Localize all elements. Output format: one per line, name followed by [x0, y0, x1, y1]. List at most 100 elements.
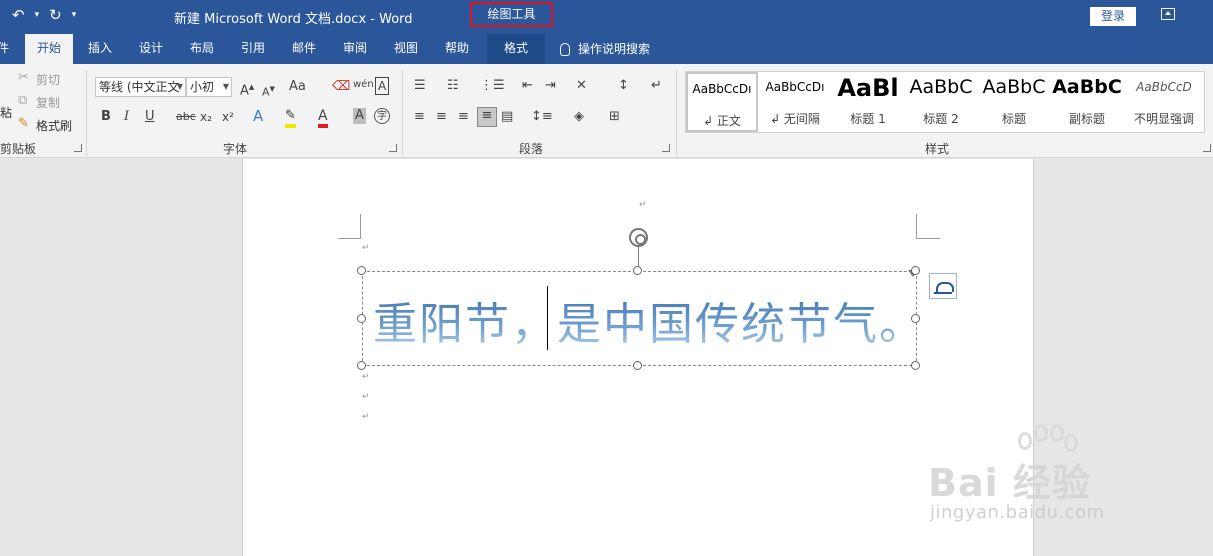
chevron-down-icon: ▼	[176, 82, 183, 91]
tab-mailings[interactable]: 邮件	[282, 34, 326, 64]
tab-file[interactable]: 件	[0, 34, 10, 64]
tell-me-search[interactable]: 操作说明搜索	[560, 34, 650, 64]
format-painter-icon: ✎	[18, 116, 29, 131]
dropdown-arrow-icon[interactable]: ▾	[35, 10, 40, 20]
numbering-icon[interactable]: ☷	[447, 78, 459, 94]
resize-handle-ne[interactable]	[911, 266, 920, 275]
clipboard-launcher-icon[interactable]	[74, 144, 82, 152]
tab-view[interactable]: 视图	[384, 34, 428, 64]
cut-button[interactable]: 剪切	[36, 71, 60, 88]
font-size-value: 小初	[190, 80, 215, 94]
borders-icon[interactable]: ⊞	[609, 109, 620, 125]
format-painter-button[interactable]: 格式刷	[36, 117, 72, 134]
style-name: 标题 2	[923, 112, 959, 126]
enclose-char-button[interactable]: 字	[374, 108, 390, 124]
style-subtle-emphasis[interactable]: AaBbCcD 不明显强调	[1124, 72, 1204, 132]
customize-qat-icon[interactable]: ▾	[72, 10, 77, 20]
tab-design[interactable]: 设计	[129, 34, 173, 64]
resize-handle-e[interactable]	[911, 314, 920, 323]
style-subtitle[interactable]: AaBbC 副标题	[1051, 72, 1123, 132]
rotate-handle-icon[interactable]	[629, 228, 648, 247]
justify-icon[interactable]: ≡	[477, 107, 497, 127]
style-name: 标题 1	[850, 112, 886, 126]
change-case-button[interactable]: Aa	[289, 79, 306, 95]
quick-access-toolbar: ↶ ▾ ↻ ▾	[12, 6, 76, 24]
undo-icon[interactable]: ↶	[12, 6, 25, 24]
layout-options-icon[interactable]	[929, 273, 957, 299]
redo-icon[interactable]: ↻	[49, 6, 62, 24]
styles-group-label: 样式	[925, 142, 950, 156]
paragraph-mark: ↵	[639, 200, 647, 210]
resize-handle-n[interactable]	[633, 266, 642, 275]
text-effects-button[interactable]: A	[253, 108, 263, 124]
style-name: ↲ 无间隔	[770, 112, 820, 126]
tab-references[interactable]: 引用	[231, 34, 275, 64]
font-name-combo[interactable]: 等线 (中文正文 ▼	[95, 77, 186, 97]
style-heading-1[interactable]: AaBl 标题 1	[832, 72, 904, 132]
underline-button[interactable]: U	[145, 109, 155, 125]
subscript-button[interactable]: x₂	[200, 109, 212, 125]
font-group-label: 字体	[223, 142, 248, 156]
multilevel-list-icon[interactable]: ⋮☰	[480, 78, 505, 94]
styles-launcher-icon[interactable]	[1203, 144, 1211, 152]
copy-button[interactable]: 复制	[36, 94, 60, 111]
bullets-icon[interactable]: ☰	[414, 78, 426, 94]
phonetic-guide-button[interactable]: wén	[353, 77, 374, 93]
resize-handle-w[interactable]	[357, 314, 366, 323]
resize-handle-nw[interactable]	[357, 266, 366, 275]
paragraph-mark: ↵	[362, 372, 370, 382]
paragraph-mark: ↵	[362, 412, 370, 422]
login-button[interactable]: 登录	[1090, 7, 1136, 26]
italic-button[interactable]: I	[124, 109, 129, 125]
tab-layout[interactable]: 布局	[180, 34, 224, 64]
clear-formatting-icon[interactable]: ⌫	[332, 79, 350, 95]
shading-icon[interactable]: ◈	[574, 109, 584, 125]
style-heading-2[interactable]: AaBbC 标题 2	[905, 72, 977, 132]
shrink-font-icon[interactable]: A▼	[262, 81, 275, 101]
font-launcher-icon[interactable]	[389, 144, 397, 152]
align-center-icon[interactable]: ≡	[436, 109, 447, 125]
resize-handle-sw[interactable]	[357, 361, 366, 370]
wordart-text[interactable]: 重阳节，是中国传统节气。	[373, 288, 925, 352]
superscript-button[interactable]: x²	[222, 109, 234, 125]
tab-insert[interactable]: 插入	[78, 34, 122, 64]
grow-font-icon[interactable]: A▲	[240, 79, 254, 99]
tab-format[interactable]: 格式	[487, 34, 545, 64]
paragraph-launcher-icon[interactable]	[662, 144, 670, 152]
distributed-icon[interactable]: ▤	[501, 109, 513, 125]
bold-button[interactable]: B	[101, 109, 111, 125]
resize-handle-s[interactable]	[633, 361, 642, 370]
ribbon-display-options-icon[interactable]	[1161, 8, 1175, 20]
char-border-button[interactable]: A	[375, 77, 390, 95]
title-bar: ↶ ▾ ↻ ▾ 新建 Microsoft Word 文档.docx - Word…	[0, 0, 1213, 34]
style-sample: AaBl	[837, 74, 899, 102]
watermark-url: jingyan.baidu.com	[930, 502, 1105, 523]
strikethrough-button[interactable]: abc	[176, 109, 196, 125]
highlight-icon[interactable]: ✎	[285, 108, 296, 128]
char-shading-button[interactable]: A	[353, 108, 366, 124]
text-cursor	[547, 286, 548, 350]
font-color-button[interactable]: A	[318, 108, 328, 128]
tab-help[interactable]: 帮助	[435, 34, 479, 64]
line-spacing-icon[interactable]: ↕≡	[531, 109, 553, 125]
style-sample: AaBbC	[909, 76, 973, 98]
margin-corner-mark	[338, 214, 361, 239]
align-right-icon[interactable]: ≡	[458, 109, 469, 125]
align-left-icon[interactable]: ≡	[414, 109, 425, 125]
chinese-layout-icon[interactable]: ✕	[576, 78, 587, 94]
decrease-indent-icon[interactable]: ⇤	[522, 78, 533, 94]
show-marks-icon[interactable]: ↵	[651, 78, 662, 94]
style-title[interactable]: AaBbC 标题	[978, 72, 1050, 132]
paste-button[interactable]: 粘	[0, 104, 12, 121]
margin-corner-mark	[916, 214, 940, 239]
resize-handle-se[interactable]	[911, 361, 920, 370]
tab-review[interactable]: 审阅	[333, 34, 377, 64]
sort-icon[interactable]: ↕	[618, 78, 629, 94]
style-no-spacing[interactable]: AaBbCcDı ↲ 无间隔	[759, 72, 831, 132]
style-normal[interactable]: AaBbCcDı ↲ 正文	[686, 72, 758, 132]
increase-indent-icon[interactable]: ⇥	[545, 78, 556, 94]
group-divider	[86, 70, 87, 156]
font-size-combo[interactable]: 小初 ▼	[186, 77, 232, 97]
tell-me-label: 操作说明搜索	[578, 42, 651, 56]
tab-home[interactable]: 开始	[25, 34, 73, 64]
